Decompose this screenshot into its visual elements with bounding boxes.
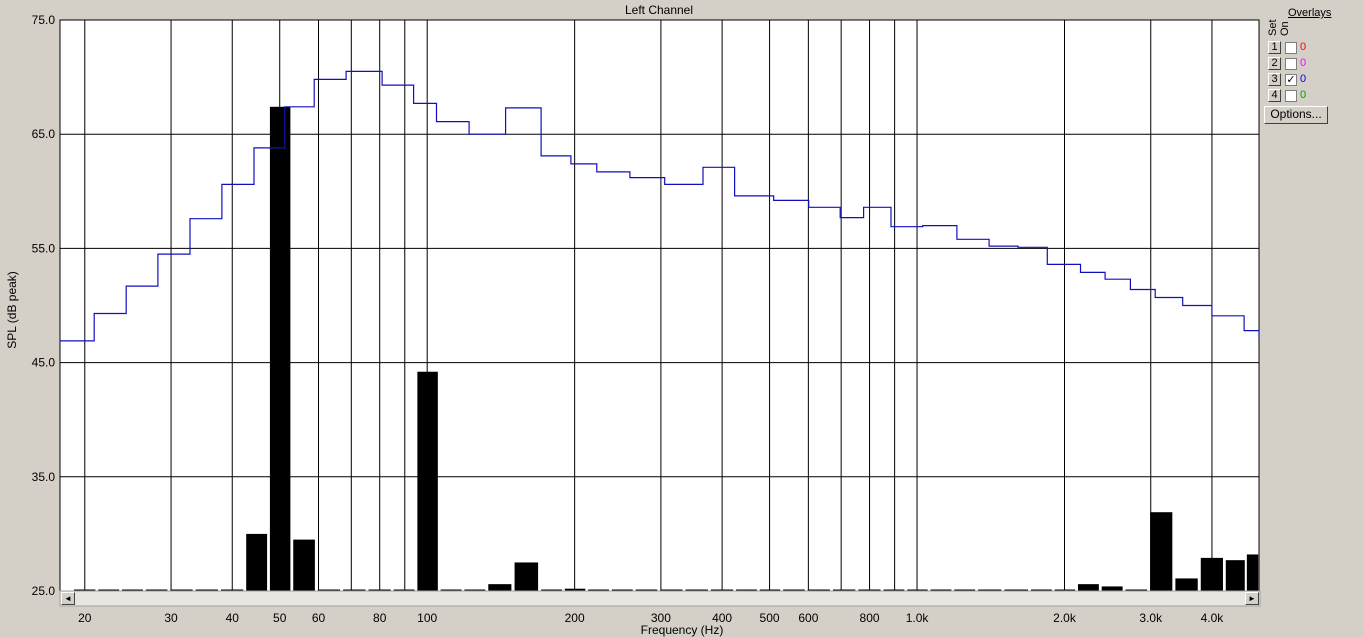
set-2-count: 0 [1300,57,1307,69]
x-tick-label: 80 [373,611,387,625]
x-axis-label: Frequency (Hz) [641,623,724,637]
y-tick-label: 55.0 [32,241,56,255]
set-column-header: Set [1267,19,1279,36]
x-tick-label: 800 [860,611,880,625]
scroll-right-button[interactable]: ► [1245,592,1259,605]
x-tick-label: 100 [417,611,437,625]
overlay-set-2: 2 0 [1268,57,1328,71]
set-4-button[interactable]: 4 [1268,89,1281,102]
x-tick-label: 50 [273,611,287,625]
spectrum-bar [488,584,512,591]
x-tick-label: 300 [651,611,671,625]
set-4-count: 0 [1300,89,1307,101]
x-tick-label: 3.0k [1139,611,1163,625]
set-3-checkbox[interactable]: ✓ [1285,74,1297,86]
set-3-count: 0 [1300,73,1307,85]
x-tick-label: 30 [164,611,178,625]
x-tick-label: 4.0k [1201,611,1225,625]
options-button[interactable]: Options... [1264,106,1328,124]
spectrum-bar [1246,554,1259,591]
spectrum-bar [1101,586,1123,591]
scroll-left-button[interactable]: ◄ [61,592,75,605]
y-tick-labels: 25.0 35.0 45.0 55.0 65.0 75.0 [32,13,56,598]
set-1-button[interactable]: 1 [1268,41,1281,54]
plot-area [59,19,1260,592]
overlay-panel: Set On Overlays 1 0 2 0 3 ✓ 0 4 0 Option… [1262,0,1364,637]
x-tick-labels: 20 30 40 50 60 80 100 200 300 400 500 600 800 1.0k 2.0… [78,611,1224,625]
spectrum-bar [1200,557,1223,591]
y-tick-label: 75.0 [32,13,56,27]
set-1-checkbox[interactable] [1285,42,1297,54]
set-2-checkbox[interactable] [1285,58,1297,70]
x-tick-label: 200 [565,611,585,625]
spectrum-bar [1225,560,1245,591]
spectrum-bar [293,539,315,591]
chart-title: Left Channel [625,3,693,17]
overlay-set-3: 3 ✓ 0 [1268,73,1328,87]
x-tick-label: 2.0k [1053,611,1077,625]
spectrum-bar [1150,512,1173,591]
spectrum-bar [417,371,438,591]
x-tick-label: 20 [78,611,92,625]
x-tick-label: 1.0k [906,611,930,625]
y-tick-label: 65.0 [32,127,56,141]
spectrum-bar [514,562,539,591]
overlay-set-4: 4 0 [1268,89,1328,103]
spectrum-bar [269,106,291,592]
set-1-count: 0 [1300,41,1307,53]
overlay-set-1: 1 0 [1268,41,1328,55]
x-tick-label: 600 [798,611,818,625]
y-tick-label: 35.0 [32,470,56,484]
set-2-button[interactable]: 2 [1268,57,1281,70]
set-4-checkbox[interactable] [1285,90,1297,102]
horizontal-scrollbar[interactable] [59,590,1261,607]
spectrum-bar [1077,584,1099,591]
x-tick-label: 500 [760,611,780,625]
overlays-link[interactable]: Overlays [1288,7,1331,19]
x-tick-label: 60 [312,611,326,625]
y-axis-label: SPL (dB peak) [5,271,19,349]
spectrum-bar [246,533,268,591]
y-tick-label: 45.0 [32,356,56,370]
y-tick-label: 25.0 [32,584,56,598]
set-3-button[interactable]: 3 [1268,73,1281,86]
chart-area: Left Channel SPL (dB peak) Frequency (Hz… [5,3,1261,637]
on-column-header: On [1279,21,1291,36]
spectrum-bar [1175,578,1198,591]
x-tick-label: 40 [226,611,240,625]
x-tick-label: 400 [712,611,732,625]
